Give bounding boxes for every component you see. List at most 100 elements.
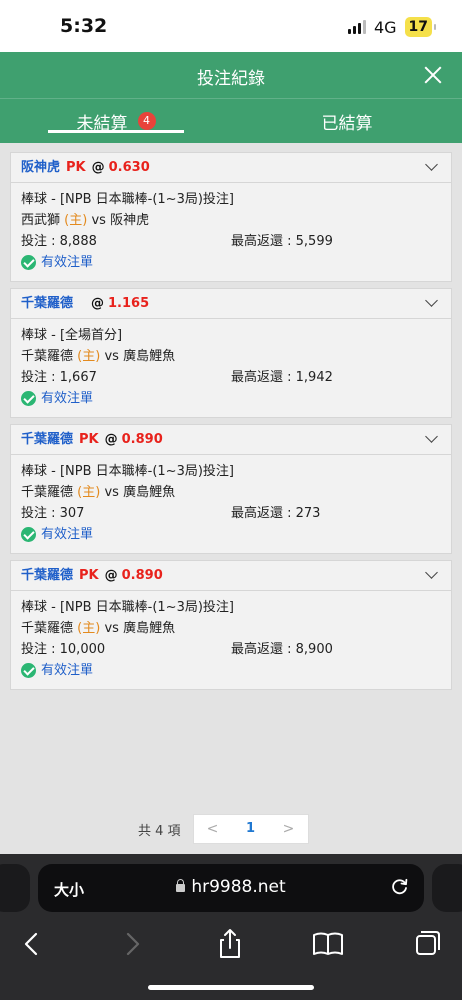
bet-max-return: 最高返還 : 5,599 — [231, 234, 333, 249]
bet-status: 有效注單 — [21, 388, 441, 409]
bet-odds: 0.890 — [121, 432, 163, 447]
bet-sport-line: 棒球 - [NPB 日本職棒-(1~3局)投注] — [21, 600, 234, 615]
bet-card: 千葉羅德 PK @0.890 棒球 - [NPB 日本職棒-(1~3局)投注] 千葉… — [10, 560, 452, 690]
chevron-down-icon[interactable] — [425, 158, 438, 171]
bet-odds: 1.165 — [108, 296, 150, 311]
bet-status-label: 有效注單 — [41, 663, 94, 678]
pagination: 共 4 項 < 1 > — [138, 814, 309, 844]
vs-label: vs — [104, 349, 119, 364]
active-tab-indicator — [48, 130, 184, 133]
bet-amounts: 投注 : 1,667 最高返還 : 1,942 — [21, 367, 441, 388]
bet-card-body: 棒球 - [NPB 日本職棒-(1~3局)投注] 千葉羅德 (主) vs 廣島鯉… — [11, 455, 451, 553]
check-circle-icon — [21, 255, 36, 270]
bet-stake: 投注 : 307 — [21, 506, 85, 521]
next-tab-preview[interactable] — [432, 864, 462, 912]
lock-icon — [176, 879, 186, 892]
bet-sport-line: 棒球 - [NPB 日本職棒-(1~3局)投注] — [21, 464, 234, 479]
check-circle-icon — [21, 527, 36, 542]
network-label: 4G — [373, 17, 397, 37]
bookmarks-icon[interactable] — [310, 926, 346, 962]
back-icon[interactable] — [14, 926, 50, 962]
bet-at: @ — [104, 432, 118, 447]
status-bar: 5:32 4G 17 — [0, 0, 462, 52]
bet-status: 有效注單 — [21, 252, 441, 273]
bet-matchup: 千葉羅德 (主) vs 廣島鯉魚 — [21, 618, 441, 639]
bet-status-label: 有效注單 — [41, 255, 94, 270]
bet-card-header[interactable]: 阪神虎 PK @0.630 — [11, 153, 451, 183]
bet-team: 千葉羅德 — [21, 296, 74, 311]
page-header: 投注紀錄 — [0, 52, 462, 98]
bet-card-body: 棒球 - [全場首分] 千葉羅德 (主) vs 廣島鯉魚 投注 : 1,667 … — [11, 319, 451, 417]
bet-status-label: 有效注單 — [41, 391, 94, 406]
home-team: 西武獅 — [21, 213, 61, 228]
home-tag: (主) — [77, 349, 101, 364]
home-tag: (主) — [64, 213, 88, 228]
reload-icon[interactable] — [390, 877, 410, 897]
bet-at: @ — [91, 160, 105, 175]
away-team: 廣島鯉魚 — [123, 349, 176, 364]
next-page-button[interactable]: > — [270, 815, 308, 843]
bet-pk: PK — [79, 568, 99, 583]
bet-stake: 投注 : 10,000 — [21, 642, 106, 657]
vs-label: vs — [104, 621, 119, 636]
tabs-icon[interactable] — [408, 926, 444, 962]
chevron-down-icon[interactable] — [425, 566, 438, 579]
bet-card-header[interactable]: 千葉羅德 PK @0.890 — [11, 425, 451, 455]
tab-unsettled[interactable]: 未結算 4 — [48, 99, 184, 143]
bet-odds: 0.630 — [108, 160, 150, 175]
chevron-down-icon[interactable] — [425, 430, 438, 443]
bet-status-label: 有效注單 — [41, 527, 94, 542]
bet-card-header[interactable]: 千葉羅德 PK @0.890 — [11, 561, 451, 591]
away-team: 廣島鯉魚 — [123, 485, 176, 500]
bet-amounts: 投注 : 8,888 最高返還 : 5,599 — [21, 231, 441, 252]
bet-list: 阪神虎 PK @0.630 棒球 - [NPB 日本職棒-(1~3局)投注] 西武獅… — [10, 152, 452, 696]
away-team: 阪神虎 — [110, 213, 150, 228]
home-team: 千葉羅德 — [21, 485, 74, 500]
pagination-controls: < 1 > — [192, 814, 309, 844]
tab-settled[interactable]: 已結算 — [280, 99, 414, 143]
bet-at: @ — [104, 568, 118, 583]
page-title: 投注紀錄 — [197, 69, 265, 89]
prev-page-button[interactable]: < — [194, 815, 232, 843]
share-icon[interactable] — [212, 926, 248, 962]
bet-max-return: 最高返還 : 273 — [231, 506, 321, 521]
home-tag: (主) — [77, 485, 101, 500]
bet-max-return: 最高返還 : 8,900 — [231, 642, 333, 657]
forward-icon[interactable] — [114, 926, 150, 962]
bet-sport-line: 棒球 - [NPB 日本職棒-(1~3局)投注] — [21, 192, 234, 207]
bet-card: 千葉羅德 @1.165 棒球 - [全場首分] 千葉羅德 (主) vs 廣島鯉魚 … — [10, 288, 452, 418]
bet-card: 阪神虎 PK @0.630 棒球 - [NPB 日本職棒-(1~3局)投注] 西武獅… — [10, 152, 452, 282]
home-team: 千葉羅德 — [21, 349, 74, 364]
bet-max-return: 最高返還 : 1,942 — [231, 370, 333, 385]
page-number-button[interactable]: 1 — [232, 815, 270, 843]
bet-card-body: 棒球 - [NPB 日本職棒-(1~3局)投注] 千葉羅德 (主) vs 廣島鯉… — [11, 591, 451, 689]
bet-matchup: 千葉羅德 (主) vs 廣島鯉魚 — [21, 482, 441, 503]
status-right: 4G 17 — [347, 17, 437, 37]
close-icon[interactable] — [420, 62, 446, 88]
bet-odds: 0.890 — [121, 568, 163, 583]
chevron-down-icon[interactable] — [425, 294, 438, 307]
bet-pk: PK — [66, 160, 86, 175]
bet-team: 阪神虎 — [21, 160, 61, 175]
address-bar[interactable]: 大小 hr9988.net — [38, 864, 424, 912]
away-team: 廣島鯉魚 — [123, 621, 176, 636]
bet-amounts: 投注 : 10,000 最高返還 : 8,900 — [21, 639, 441, 660]
bet-team: 千葉羅德 — [21, 568, 74, 583]
bet-sport-line: 棒球 - [全場首分] — [21, 328, 123, 343]
bet-at: @ — [91, 296, 105, 311]
check-circle-icon — [21, 391, 36, 406]
url-display[interactable]: hr9988.net — [38, 877, 424, 897]
home-indicator[interactable] — [148, 985, 314, 990]
bet-status: 有效注單 — [21, 660, 441, 681]
bet-matchup: 西武獅 (主) vs 阪神虎 — [21, 210, 441, 231]
tab-unsettled-badge: 4 — [137, 112, 156, 130]
home-team: 千葉羅德 — [21, 621, 74, 636]
vs-label: vs — [104, 485, 119, 500]
prev-tab-preview[interactable] — [0, 864, 30, 912]
tab-settled-label: 已結算 — [321, 113, 373, 134]
bet-pk: PK — [79, 432, 99, 447]
url-text: hr9988.net — [191, 877, 286, 897]
bet-stake: 投注 : 8,888 — [21, 234, 97, 249]
pagination-total: 共 4 項 — [138, 823, 181, 839]
bet-card-header[interactable]: 千葉羅德 @1.165 — [11, 289, 451, 319]
